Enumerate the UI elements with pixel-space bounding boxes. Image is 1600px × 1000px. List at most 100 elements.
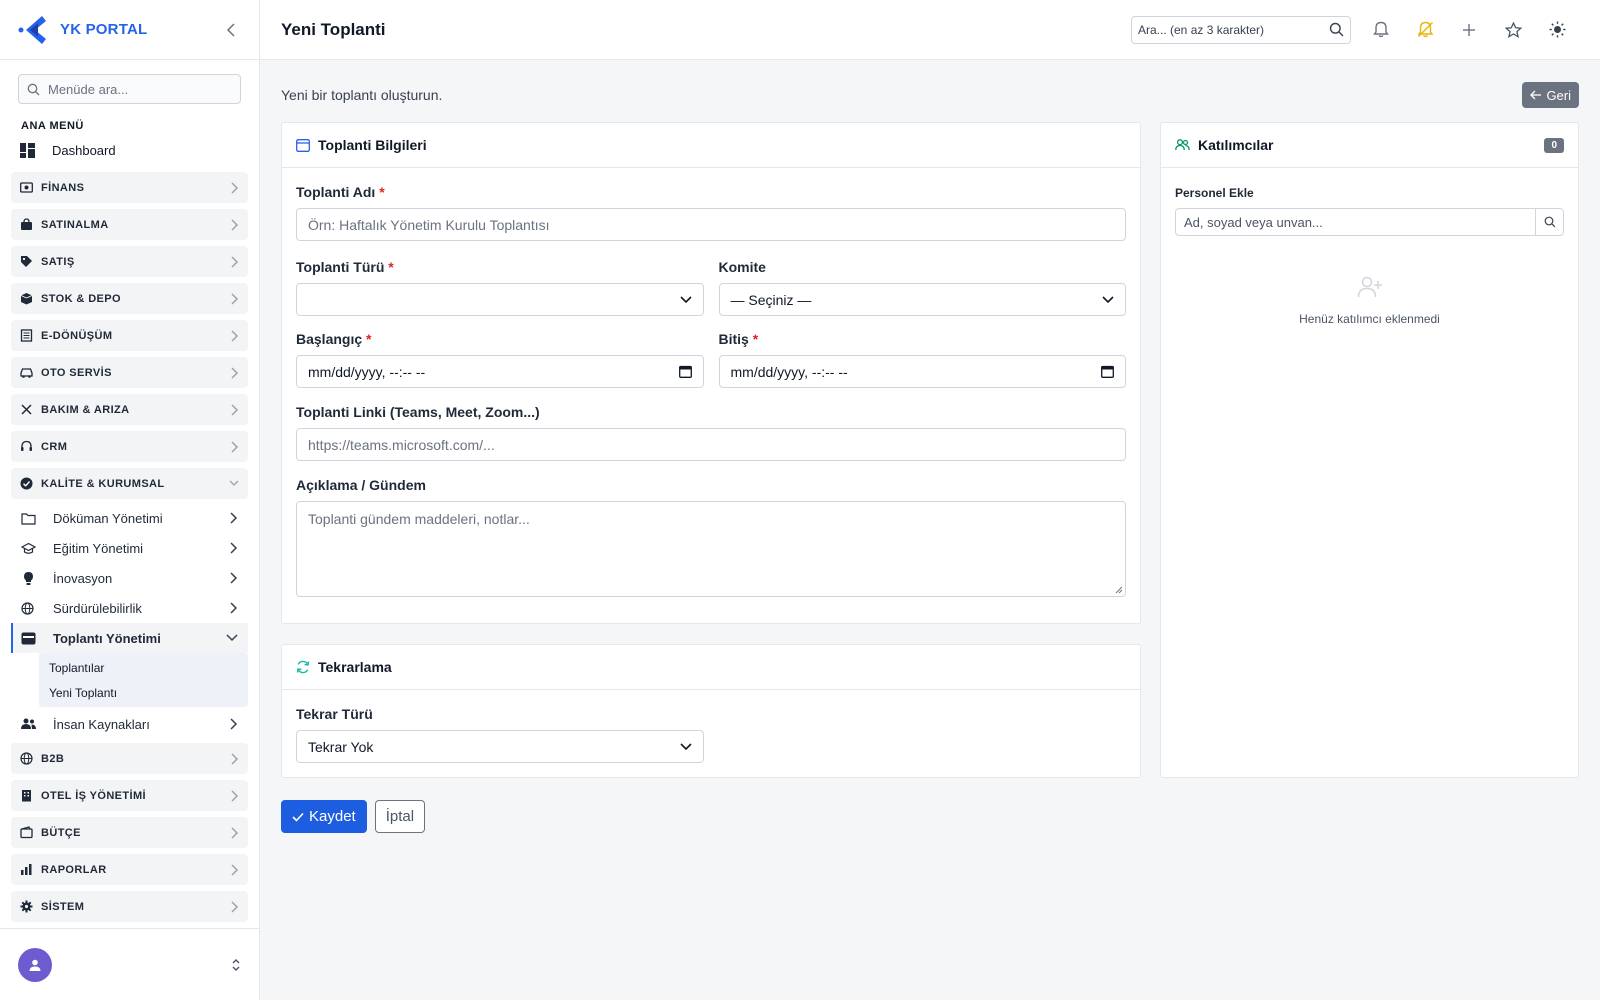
user-plus-icon <box>1175 276 1564 298</box>
description-placeholder: Toplanti gündem maddeleri, notlar... <box>308 511 530 527</box>
participant-count-badge: 0 <box>1544 137 1564 153</box>
chevron-right-icon <box>231 863 239 876</box>
wallet-icon <box>20 826 33 839</box>
participant-search[interactable]: Ad, soyad veya unvan... <box>1175 208 1564 236</box>
intro-row: Yeni bir toplantı oluşturun. Geri <box>281 60 1579 130</box>
menu-search[interactable] <box>18 74 241 104</box>
field-label: Toplanti Türü * <box>296 259 394 275</box>
sidebar-item-surdurulebilirlik[interactable]: Sürdürülebilirlik <box>11 593 248 623</box>
field-label: Personel Ekle <box>1175 186 1254 200</box>
sidebar-item-label: İnovasyon <box>53 570 113 586</box>
sidebar-item-label: Eğitim Yönetimi <box>53 540 144 556</box>
empty-state-text: Henüz katılımcı eklenmedi <box>1299 312 1440 326</box>
end-datetime-input[interactable]: mm/dd/yyyy, --:-- -- <box>718 355 1126 388</box>
nav-group-butce[interactable]: BÜTÇE <box>11 817 248 848</box>
nav-group-e-donusum[interactable]: E-DÖNÜŞÜM <box>11 320 248 351</box>
field-label: Bitiş * <box>718 331 759 347</box>
card-header: Tekrarlama <box>282 645 1140 690</box>
cancel-button[interactable]: İptal <box>374 800 426 833</box>
sidebar-item-toplantilar[interactable]: Toplantılar <box>39 655 248 680</box>
nav-group-stok-depo[interactable]: STOK & DEPO <box>11 283 248 314</box>
card-title: Tekrarlama <box>318 659 392 675</box>
meeting-link-input[interactable]: https://teams.microsoft.com/... <box>296 428 1126 461</box>
nav-dashboard[interactable]: Dashboard <box>0 137 259 163</box>
subnav-kalite: Döküman Yönetimi Eğitim Yönetimi İnovasyon… <box>11 503 248 739</box>
description-textarea[interactable]: Toplanti gündem maddeleri, notlar... <box>296 501 1126 597</box>
globe-icon <box>21 601 41 615</box>
search-icon[interactable] <box>1329 22 1344 37</box>
calendar-picker-icon[interactable] <box>678 365 692 378</box>
box-icon <box>20 292 33 305</box>
sidebar-item-dokuman-yonetimi[interactable]: Döküman Yönetimi <box>11 503 248 533</box>
nav-group-label: B2B <box>41 752 65 765</box>
chevron-down-icon <box>680 742 692 751</box>
meeting-type-select[interactable] <box>296 283 704 316</box>
card-header: Toplanti Bilgileri <box>282 123 1140 168</box>
sidebar-item-yeni-toplanti[interactable]: Yeni Toplantı <box>39 680 248 705</box>
calendar-icon <box>296 138 310 152</box>
collapse-sidebar-button[interactable] <box>219 18 243 42</box>
nav-dashboard-label: Dashboard <box>52 142 116 158</box>
start-datetime-input[interactable]: mm/dd/yyyy, --:-- -- <box>296 355 704 388</box>
nav-group-label: OTO SERVİS <box>41 366 112 379</box>
plus-icon[interactable] <box>1447 21 1491 38</box>
nav-group-b2b[interactable]: B2B <box>11 743 248 774</box>
nav-group-raporlar[interactable]: RAPORLAR <box>11 854 248 885</box>
nav-group-finans[interactable]: FİNANS <box>11 172 248 203</box>
participant-search-button[interactable] <box>1535 209 1563 235</box>
sidebar-item-insan-kaynaklari[interactable]: İnsan Kaynakları <box>11 709 248 739</box>
form-actions: Kaydet İptal <box>281 800 426 833</box>
sidebar-item-inovasyon[interactable]: İnovasyon <box>11 563 248 593</box>
field-label: Toplanti Linki (Teams, Meet, Zoom...) <box>296 404 540 420</box>
chevron-right-icon <box>231 752 239 765</box>
brand-logo[interactable] <box>16 13 50 47</box>
chevron-right-icon <box>231 218 239 231</box>
repeat-type-select[interactable]: Tekrar Yok <box>296 730 704 763</box>
chevron-down-icon <box>679 295 692 304</box>
dashboard-icon <box>20 142 42 158</box>
avatar[interactable] <box>18 947 52 982</box>
save-button[interactable]: Kaydet <box>281 800 367 833</box>
nav-group-label: FİNANS <box>41 181 85 194</box>
nav-group-bakim-ariza[interactable]: BAKIM & ARIZA <box>11 394 248 425</box>
meeting-name-input[interactable]: Örn: Haftalık Yönetim Kurulu Toplantısı <box>296 208 1126 241</box>
badge-check-icon <box>20 477 33 490</box>
nav-group-crm[interactable]: CRM <box>11 431 248 462</box>
participant-search-input[interactable]: Ad, soyad veya unvan... <box>1176 209 1535 235</box>
bell-off-icon[interactable] <box>1403 21 1447 38</box>
chevron-right-icon <box>230 718 238 730</box>
calendar-picker-icon[interactable] <box>1101 365 1114 378</box>
nav-group-sistem[interactable]: SİSTEM <box>11 891 248 922</box>
nav-group-oto-servis[interactable]: OTO SERVİS <box>11 357 248 388</box>
sidebar-item-egitim-yonetimi[interactable]: Eğitim Yönetimi <box>11 533 248 563</box>
nav-group-label: BAKIM & ARIZA <box>41 403 130 416</box>
receipt-icon <box>20 329 33 342</box>
nav-group-label: RAPORLAR <box>41 863 107 876</box>
card-title: Toplanti Bilgileri <box>318 137 427 153</box>
global-search[interactable] <box>1131 15 1351 44</box>
back-button[interactable]: Geri <box>1522 82 1579 108</box>
page-title: Yeni Toplanti <box>281 19 386 39</box>
bell-icon[interactable] <box>1359 21 1403 38</box>
committee-select[interactable]: — Seçiniz — <box>718 283 1126 316</box>
sidebar-item-label: İnsan Kaynakları <box>53 716 150 732</box>
user-icon <box>29 959 41 971</box>
chevron-right-icon <box>230 602 238 614</box>
nav-group-satis[interactable]: SATIŞ <box>11 246 248 277</box>
bar-chart-icon <box>20 863 33 876</box>
star-icon[interactable] <box>1491 21 1535 38</box>
sidebar-item-toplanti-yonetimi[interactable]: Toplantı Yönetimi <box>11 623 248 653</box>
participants-card: Katılımcılar 0 Personel Ekle Ad, soyad v… <box>1160 122 1579 778</box>
nav-group-label: CRM <box>41 440 68 453</box>
card-title: Katılımcılar <box>1198 137 1274 153</box>
global-search-input[interactable] <box>1138 22 1329 37</box>
chevron-right-icon <box>231 366 239 379</box>
sun-icon[interactable] <box>1535 21 1579 38</box>
nav-group-kalite[interactable]: KALİTE & KURUMSAL <box>11 468 248 499</box>
user-menu-toggle[interactable] <box>231 958 241 972</box>
nav-group-satinalma[interactable]: SATINALMA <box>11 209 248 240</box>
topbar: Yeni Toplanti <box>260 0 1600 60</box>
menu-search-input[interactable] <box>48 81 228 97</box>
sidebar: YK PORTAL ANA MENÜ Dashboard FİNANS SATIN… <box>0 0 260 1000</box>
nav-group-otel-is-yonetimi[interactable]: OTEL İŞ YÖNETİMİ <box>11 780 248 811</box>
